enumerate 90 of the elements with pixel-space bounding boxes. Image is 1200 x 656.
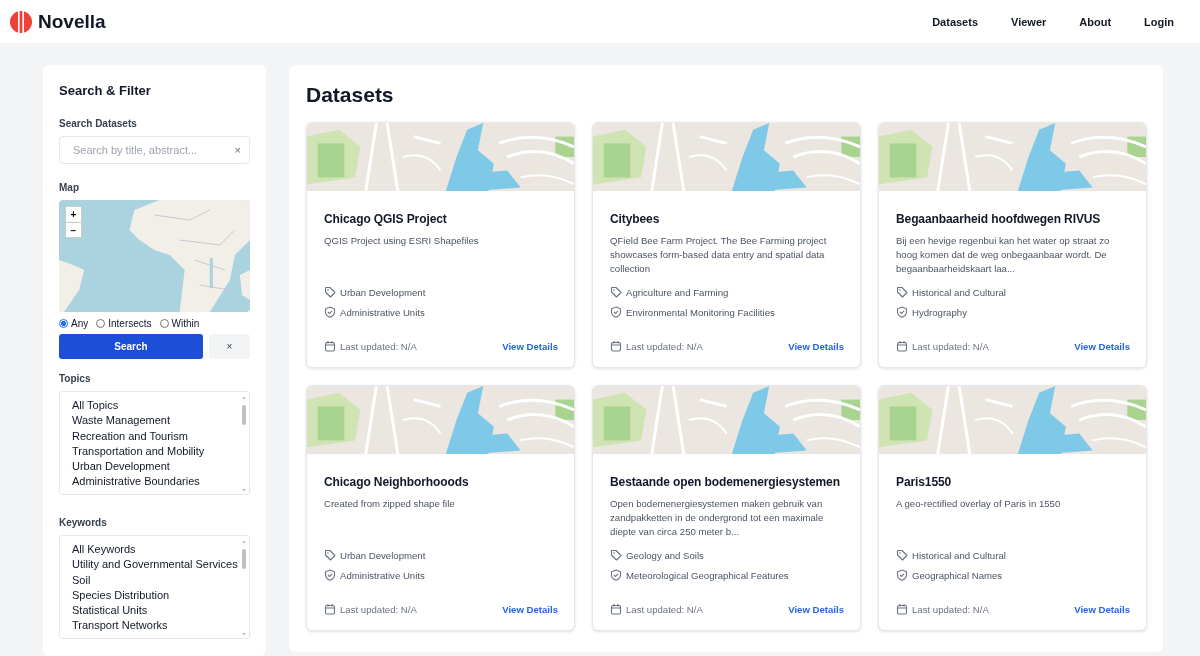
logo-icon <box>10 10 32 33</box>
list-option[interactable]: Transportation and Mobility <box>72 443 237 460</box>
calendar-icon <box>324 603 336 615</box>
clear-button[interactable]: × <box>209 334 250 359</box>
card-title: Citybees <box>610 211 661 227</box>
list-option[interactable]: All Topics <box>72 398 237 414</box>
view-details-link[interactable]: View Details <box>502 340 558 352</box>
shield-icon <box>896 569 908 581</box>
view-details-link[interactable]: View Details <box>1074 340 1130 352</box>
tag-icon <box>896 286 908 298</box>
topic-label: Urban Development <box>340 549 426 561</box>
zoom-out-button[interactable]: − <box>66 222 81 237</box>
card-description: Open bodemenergiesystemen maken gebruik van zandpakketten in de ondergrond tot een maximale diepte van circa 250 meter b... <box>610 497 825 539</box>
keyword-label: Administrative Units <box>340 306 425 318</box>
calendar-icon <box>610 340 622 352</box>
topic-label: Historical and Cultural <box>912 549 1006 561</box>
search-button[interactable]: Search <box>59 334 203 359</box>
keyword-label: Hydrography <box>912 306 967 318</box>
card-title: Bestaande open bodemenergiesystemen <box>610 474 841 490</box>
topic-label: Geology and Soils <box>626 549 704 561</box>
panel-title: Search & Filter <box>59 83 152 98</box>
field-label: Keywords <box>59 517 108 528</box>
radio-option[interactable]: Intersects <box>96 318 152 329</box>
nav-link[interactable]: Login <box>1127 11 1190 32</box>
calendar-icon <box>896 603 908 615</box>
view-details-link[interactable]: View Details <box>788 603 844 615</box>
keyword-label: Geographical Names <box>912 569 1003 581</box>
list-option[interactable]: Species Distribution <box>72 587 237 604</box>
card-title: Chicago Neighborhooods <box>324 474 470 490</box>
topic-label: Historical and Cultural <box>912 286 1006 298</box>
card-description: Bij een hevige regenbui kan het water op straat zo hoog komen dat de weg onbegaanbaar wordt. De begaanbaarheidskaart laa... <box>896 234 1111 276</box>
keyword-label: Administrative Units <box>340 569 425 581</box>
calendar-icon <box>896 340 908 352</box>
list-option[interactable]: Urban Development <box>72 459 237 475</box>
topic-label: Agriculture and Farming <box>626 286 729 298</box>
updated-date: Last updated: N/A <box>340 603 417 615</box>
list-box[interactable]: All Keywords Utility and Governmental Services Soil Species Distribution Statistical Units Transport Networks <box>59 535 250 639</box>
tag-icon <box>610 549 622 561</box>
list-option[interactable]: Recreation and Tourism <box>72 428 237 444</box>
list-option[interactable]: Waste Management <box>72 413 237 429</box>
card-description: QGIS Project using ESRI Shapefiles <box>324 234 480 248</box>
list-option[interactable]: Administrative Boundaries <box>72 474 237 490</box>
view-details-link[interactable]: View Details <box>788 340 844 352</box>
list-option[interactable]: Transport Networks <box>72 618 237 634</box>
list-option[interactable]: Soil <box>72 572 237 588</box>
list-box[interactable]: All Topics Waste Management Recreation and Tourism Transportation and Mobility Urban Development Administrative Boundaries <box>59 391 250 495</box>
updated-date: Last updated: N/A <box>912 603 989 615</box>
list-option[interactable]: Utility and Governmental Services <box>72 557 237 573</box>
updated-date: Last updated: N/A <box>626 603 703 615</box>
keyword-label: Environmental Monitoring Facilities <box>626 306 775 318</box>
updated-date: Last updated: N/A <box>340 340 417 352</box>
field-label: Topics <box>59 373 92 384</box>
list-option[interactable]: All Keywords <box>72 542 237 558</box>
view-details-link[interactable]: View Details <box>1074 603 1130 615</box>
card-description: Created from zipped shape file <box>324 497 456 511</box>
clear-button[interactable]: × <box>232 144 243 156</box>
tag-icon <box>896 549 908 561</box>
brand-name: Novella <box>38 10 106 33</box>
card-title: Begaanbaarheid hoofdwegen RIVUS <box>896 211 1102 227</box>
card-description: A geo-rectified overlay of Paris in 1550 <box>896 497 1062 511</box>
keyword-label: Meteorological Geographical Features <box>626 569 789 581</box>
card-description: QField Bee Farm Project. The Bee Farming project showcases form-based data entry and spatial data collection <box>610 234 828 276</box>
nav-link[interactable]: Datasets <box>915 11 994 32</box>
tag-icon <box>610 286 622 298</box>
nav-link[interactable]: Viewer <box>994 11 1063 32</box>
tag-icon <box>324 549 336 561</box>
calendar-icon <box>610 603 622 615</box>
list-option[interactable]: Statistical Units <box>72 603 237 619</box>
radio-option[interactable]: Any <box>59 318 89 329</box>
search-field[interactable]: Search by title, abstract... × <box>59 136 250 164</box>
tag-icon <box>324 286 336 298</box>
scrollbar[interactable] <box>241 394 247 494</box>
nav-link[interactable]: About <box>1062 11 1128 32</box>
shield-icon <box>610 306 622 318</box>
card-title: Chicago QGIS Project <box>324 211 448 227</box>
topic-label: Urban Development <box>340 286 426 298</box>
page-title: Datasets <box>306 83 395 107</box>
card-title: Paris1550 <box>896 474 953 490</box>
shield-icon <box>610 569 622 581</box>
updated-date: Last updated: N/A <box>626 340 703 352</box>
radio-option[interactable]: Within <box>159 318 200 329</box>
scrollbar[interactable] <box>241 538 247 638</box>
shield-icon <box>324 569 336 581</box>
shield-icon <box>324 306 336 318</box>
calendar-icon <box>324 340 336 352</box>
updated-date: Last updated: N/A <box>912 340 989 352</box>
field-label: Map <box>59 182 80 193</box>
view-details-link[interactable]: View Details <box>502 603 558 615</box>
field-label: Search Datasets <box>59 118 138 129</box>
shield-icon <box>896 306 908 318</box>
